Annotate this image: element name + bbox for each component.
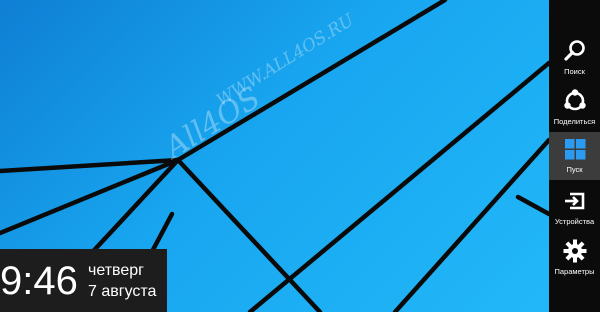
clock-day: четверг: [88, 262, 144, 279]
devices-icon: [562, 188, 588, 214]
charm-devices[interactable]: Устройства: [549, 184, 600, 232]
charm-start[interactable]: Пуск: [549, 132, 600, 180]
clock-panel: 9:46 четверг 7 августа: [0, 249, 167, 312]
charm-start-label: Пуск: [566, 165, 583, 174]
search-icon: [562, 38, 588, 64]
clock-time: 9:46: [0, 259, 78, 303]
charm-search-label: Поиск: [564, 67, 585, 76]
charm-settings[interactable]: Параметры: [549, 234, 600, 282]
windows-logo-icon: [562, 136, 588, 162]
gear-icon: [562, 238, 588, 264]
charm-settings-label: Параметры: [554, 267, 595, 276]
charm-share[interactable]: Поделиться: [549, 84, 600, 132]
share-icon: [562, 88, 588, 114]
clock-date: 7 августа: [88, 283, 157, 300]
charm-devices-label: Устройства: [554, 217, 595, 226]
charm-search[interactable]: Поиск: [549, 34, 600, 82]
charm-share-label: Поделиться: [553, 117, 596, 126]
charms-bar: Поиск Поделиться Пуск Устройства Парамет…: [549, 0, 600, 312]
